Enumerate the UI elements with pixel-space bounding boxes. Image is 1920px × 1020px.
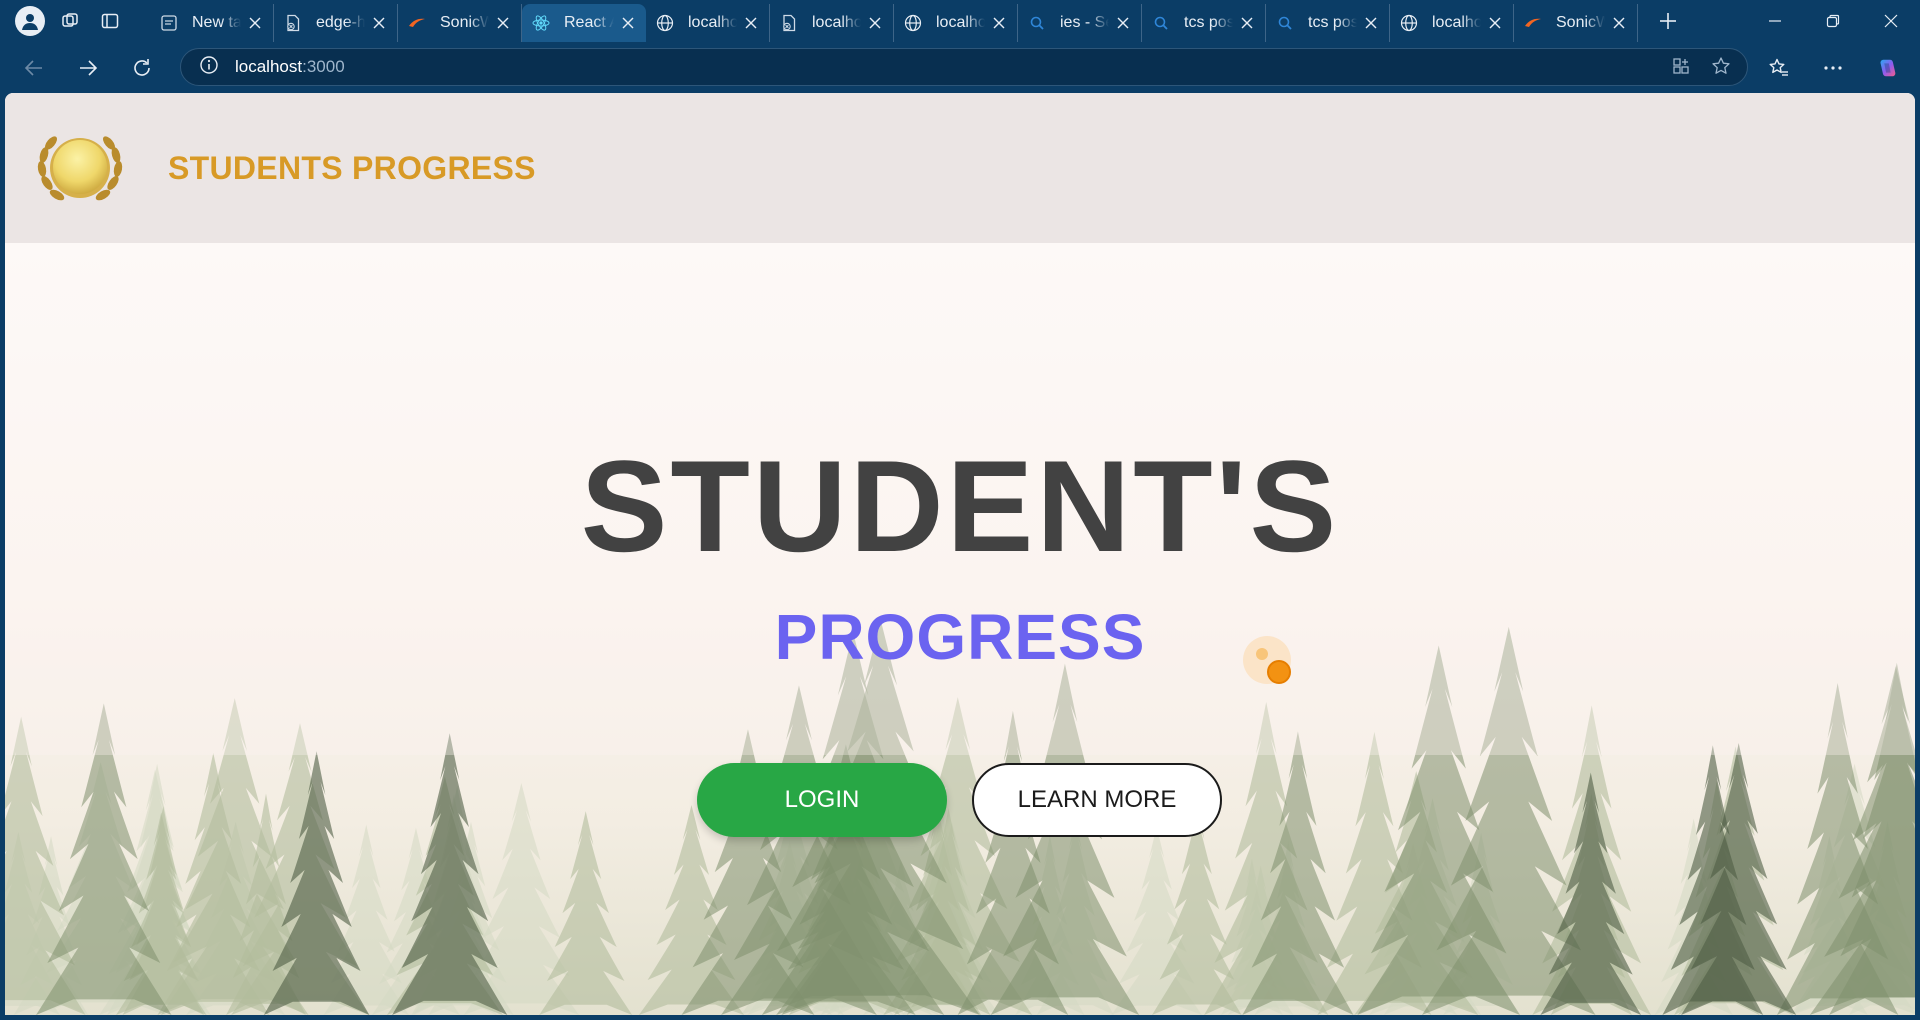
search-icon	[1276, 14, 1294, 32]
star-icon	[1712, 56, 1730, 74]
page-viewport: STUDENTS PROGRESS STUDENT'S PROGRESS LOG…	[5, 93, 1915, 1015]
tab-title: localhost	[936, 14, 985, 31]
arrow-left-icon	[24, 59, 42, 76]
close-tab-icon[interactable]	[620, 15, 636, 31]
url-host: localhost	[235, 57, 303, 76]
more-horizontal-icon	[1824, 65, 1842, 70]
tab-title: localhost	[1432, 14, 1481, 31]
tab-title: SonicWall	[440, 14, 489, 31]
close-tab-icon[interactable]	[1239, 15, 1255, 31]
globe-icon	[1400, 14, 1418, 32]
vertical-tabs-button[interactable]	[90, 4, 130, 38]
workspaces-button[interactable]	[50, 4, 90, 38]
page-icon	[160, 14, 178, 32]
favorites-list-icon	[1769, 58, 1788, 76]
tab-title: SonicWall	[1556, 14, 1605, 31]
url-text: localhost:3000	[235, 57, 345, 77]
laurel-medal-logo[interactable]	[33, 125, 127, 211]
close-tab-icon[interactable]	[1487, 15, 1503, 31]
react-logo-icon	[532, 14, 550, 32]
browser-tab[interactable]: React App	[522, 4, 646, 42]
refresh-button[interactable]	[120, 48, 164, 88]
close-tab-icon[interactable]	[371, 15, 387, 31]
minimize-icon	[1769, 20, 1781, 22]
tab-title: localhost	[688, 14, 737, 31]
browser-tab[interactable]: localhost	[770, 4, 894, 42]
refresh-icon	[134, 58, 150, 76]
browser-tab[interactable]: tcs pos	[1266, 4, 1390, 42]
browser-tab[interactable]: localhost	[894, 4, 1018, 42]
hero-title: STUDENT'S	[580, 433, 1340, 579]
back-button[interactable]	[12, 48, 56, 88]
tab-title: ies - Search	[1060, 14, 1109, 31]
sonicwall-logo-icon	[408, 14, 426, 32]
favorites-button[interactable]	[1752, 48, 1806, 88]
sonicwall-logo-icon	[1524, 14, 1542, 32]
tab-title: tcs pos	[1308, 14, 1357, 31]
tab-actions-icon	[101, 13, 119, 29]
copilot-icon	[1880, 59, 1896, 76]
tab-title: localhost	[812, 14, 861, 31]
hero-subtitle: PROGRESS	[774, 601, 1146, 673]
pdf-file-icon	[780, 14, 798, 32]
browser-tab[interactable]: edge-help	[274, 4, 398, 42]
workspaces-icon	[62, 13, 78, 27]
address-bar[interactable]: localhost:3000	[180, 48, 1748, 86]
close-window-button[interactable]	[1862, 0, 1920, 42]
browser-tab[interactable]: SonicWall	[1514, 4, 1638, 42]
restore-icon	[1826, 14, 1840, 28]
pdf-file-icon	[284, 14, 302, 32]
close-tab-icon[interactable]	[867, 15, 883, 31]
browser-tab[interactable]: New tab	[150, 4, 274, 42]
browser-tab[interactable]: localhost	[1390, 4, 1514, 42]
browser-tab[interactable]: tcs pos	[1142, 4, 1266, 42]
url-port: :3000	[302, 57, 345, 76]
tab-title: React App	[564, 14, 614, 31]
learn-more-button[interactable]: LEARN MORE	[972, 763, 1222, 837]
search-icon	[1028, 14, 1046, 32]
brand-title: STUDENTS PROGRESS	[168, 150, 536, 186]
close-icon	[1884, 14, 1898, 28]
globe-icon	[656, 14, 674, 32]
browser-tab-bar: New tab edge-help SonicWall React App localh…	[0, 0, 1920, 42]
tab-title: tcs pos	[1184, 14, 1233, 31]
site-header: STUDENTS PROGRESS	[5, 93, 1915, 243]
site-info-icon[interactable]	[199, 55, 219, 80]
tab-title: New tab	[192, 14, 241, 31]
close-tab-icon[interactable]	[1115, 15, 1131, 31]
tab-strip: New tab edge-help SonicWall React App localh…	[150, 0, 1638, 42]
new-tab-button[interactable]	[1648, 4, 1688, 38]
close-tab-icon[interactable]	[247, 15, 263, 31]
plus-icon	[1660, 13, 1676, 29]
minimize-button[interactable]	[1746, 0, 1804, 42]
favorite-star-button[interactable]	[1711, 56, 1731, 81]
browser-tab[interactable]: SonicWall	[398, 4, 522, 42]
close-tab-icon[interactable]	[1611, 15, 1627, 31]
browser-tab[interactable]: localhost	[646, 4, 770, 42]
login-button[interactable]: LOGIN	[697, 763, 947, 837]
browser-toolbar: localhost:3000	[0, 42, 1920, 93]
forward-button[interactable]	[66, 48, 110, 88]
globe-icon	[904, 14, 922, 32]
close-tab-icon[interactable]	[1363, 15, 1379, 31]
hero-section: STUDENT'S PROGRESS LOGIN LEARN MORE	[5, 243, 1915, 1015]
close-tab-icon[interactable]	[991, 15, 1007, 31]
arrow-right-icon	[80, 59, 98, 76]
app-available-button[interactable]	[1671, 56, 1691, 81]
close-tab-icon[interactable]	[495, 15, 511, 31]
loading-spinner-icon	[1243, 636, 1291, 684]
restore-button[interactable]	[1804, 0, 1862, 42]
browser-tab[interactable]: ies - Search	[1018, 4, 1142, 42]
close-tab-icon[interactable]	[743, 15, 759, 31]
search-icon	[1152, 14, 1170, 32]
copilot-button[interactable]	[1860, 48, 1914, 88]
tab-title: edge-help	[316, 14, 365, 31]
settings-more-button[interactable]	[1806, 48, 1860, 88]
apps-icon	[1673, 57, 1689, 74]
profile-avatar-icon	[15, 6, 45, 36]
profile-button[interactable]	[10, 4, 50, 38]
